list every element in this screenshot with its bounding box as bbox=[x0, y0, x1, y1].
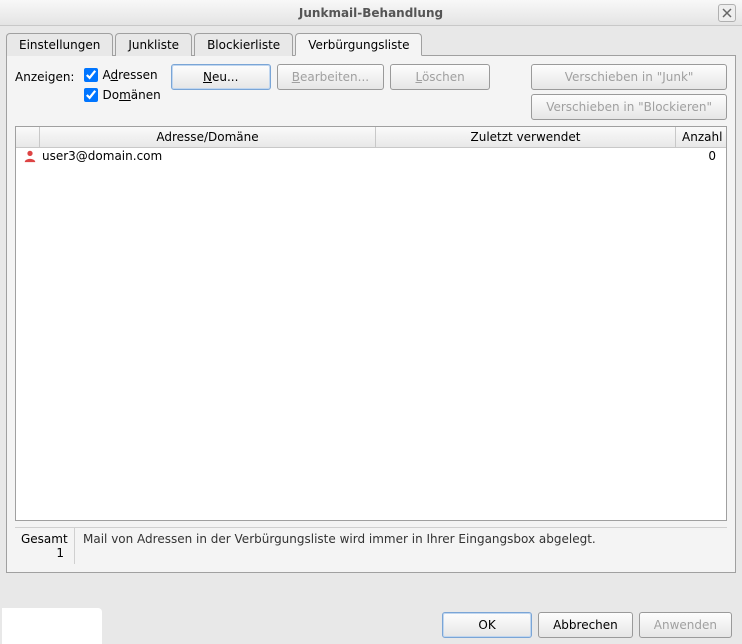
close-button[interactable] bbox=[718, 4, 736, 22]
apply-button[interactable]: Anwenden bbox=[639, 612, 732, 638]
table-row[interactable]: user3@domain.com 0 bbox=[16, 148, 726, 164]
tab-bar: Einstellungen Junkliste Blockierliste Ve… bbox=[6, 32, 736, 55]
total-value: 1 bbox=[21, 546, 68, 560]
checkbox-addresses[interactable]: Adressen bbox=[84, 68, 160, 82]
checkbox-domains[interactable]: Domänen bbox=[84, 88, 160, 102]
col-count[interactable]: Anzahl bbox=[676, 127, 726, 147]
window-title: Junkmail-Behandlung bbox=[299, 6, 443, 20]
ok-button[interactable]: OK bbox=[442, 612, 532, 638]
footer-info: Gesamt 1 Mail von Adressen in der Verbür… bbox=[15, 527, 727, 564]
move-junk-button[interactable]: Verschieben in "Junk" bbox=[531, 64, 727, 90]
checkbox-addresses-input[interactable] bbox=[84, 68, 98, 82]
total-label: Gesamt bbox=[21, 532, 68, 546]
title-bar: Junkmail-Behandlung bbox=[0, 0, 742, 26]
edit-button[interactable]: Bearbeiten... bbox=[277, 64, 384, 90]
address-table: Adresse/Domäne Zuletzt verwendet Anzahl … bbox=[15, 126, 727, 521]
close-icon bbox=[722, 8, 732, 18]
total-box: Gesamt 1 bbox=[15, 528, 75, 564]
move-block-button[interactable]: Verschieben in "Blockieren" bbox=[531, 94, 727, 120]
table-header: Adresse/Domäne Zuletzt verwendet Anzahl bbox=[16, 127, 726, 148]
user-icon bbox=[20, 149, 40, 163]
tab-einstellungen[interactable]: Einstellungen bbox=[6, 33, 113, 56]
show-label: Anzeigen: bbox=[15, 64, 74, 84]
cell-count: 0 bbox=[676, 149, 722, 163]
cancel-button[interactable]: Abbrechen bbox=[538, 612, 633, 638]
decorative-corner bbox=[2, 608, 102, 644]
col-icon[interactable] bbox=[16, 127, 40, 147]
checkbox-domains-input[interactable] bbox=[84, 88, 98, 102]
delete-button[interactable]: Löschen bbox=[390, 64, 490, 90]
cell-address: user3@domain.com bbox=[40, 149, 376, 163]
new-button[interactable]: Neu... bbox=[171, 64, 271, 90]
tab-blockierliste[interactable]: Blockierliste bbox=[194, 33, 293, 56]
tab-panel: Anzeigen: Adressen Domänen Neu... Bearbe… bbox=[6, 55, 736, 573]
dialog-buttons: OK Abbrechen Anwenden bbox=[442, 612, 732, 638]
col-address[interactable]: Adresse/Domäne bbox=[40, 127, 376, 147]
tab-junkliste[interactable]: Junkliste bbox=[115, 33, 192, 56]
col-last-used[interactable]: Zuletzt verwendet bbox=[376, 127, 676, 147]
footer-message: Mail von Adressen in der Verbürgungslist… bbox=[75, 528, 727, 564]
tab-verbuergungsliste[interactable]: Verbürgungsliste bbox=[295, 33, 422, 56]
toolbar: Anzeigen: Adressen Domänen Neu... Bearbe… bbox=[15, 64, 727, 120]
table-body: user3@domain.com 0 bbox=[16, 148, 726, 520]
